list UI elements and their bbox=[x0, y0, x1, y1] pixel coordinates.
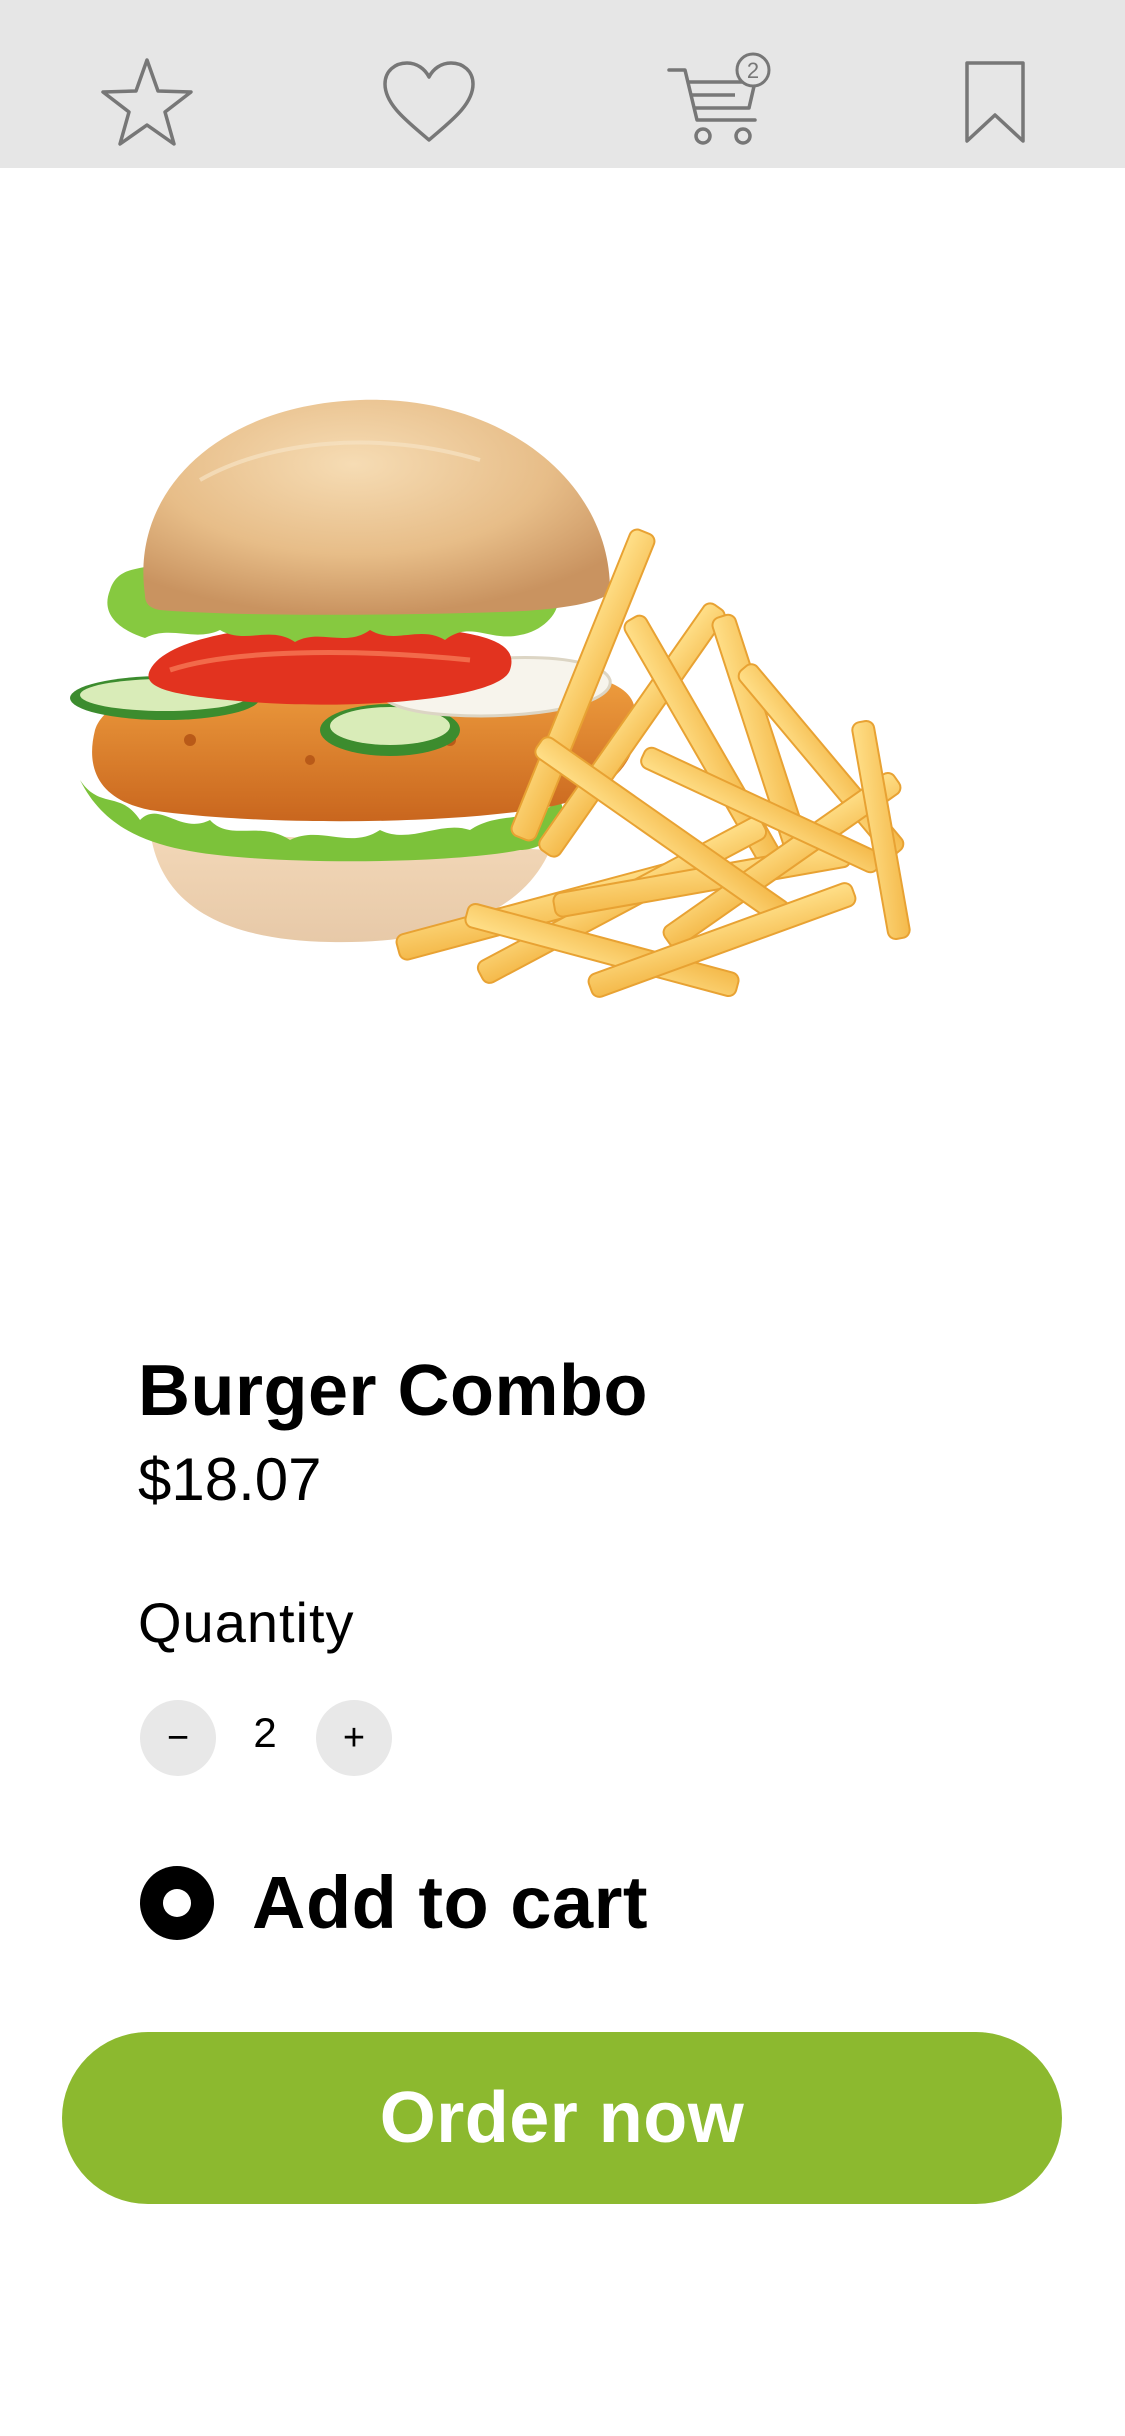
star-icon bbox=[101, 58, 193, 146]
quantity-value: 2 bbox=[253, 1709, 277, 1756]
bookmark-icon bbox=[965, 61, 1025, 143]
product-price: $18.07 bbox=[138, 1446, 322, 1513]
bookmark-button[interactable] bbox=[940, 52, 1050, 152]
quantity-label: Quantity bbox=[138, 1591, 355, 1654]
top-nav-bar: 2 bbox=[0, 0, 1125, 168]
product-title: Burger Combo bbox=[138, 1351, 648, 1431]
heart-icon bbox=[383, 61, 475, 142]
cart-count-badge: 2 bbox=[747, 58, 759, 83]
add-to-cart-radio[interactable] bbox=[140, 1866, 214, 1940]
radio-selected-dot bbox=[163, 1889, 191, 1917]
like-heart-button[interactable] bbox=[374, 52, 484, 152]
cart-icon: 2 bbox=[667, 52, 771, 145]
quantity-increment-button[interactable]: + bbox=[316, 1700, 392, 1776]
burger-and-fries-image bbox=[70, 399, 911, 998]
order-now-button[interactable]: Order now bbox=[62, 2032, 1062, 2204]
product-page: 2 Burger Combo $18.07 Quantity − 2 + Add… bbox=[0, 0, 1125, 2436]
favorite-star-button[interactable] bbox=[92, 52, 202, 152]
cart-button[interactable]: 2 bbox=[660, 52, 780, 152]
add-to-cart-label[interactable]: Add to cart bbox=[252, 1866, 648, 1940]
quantity-decrement-button[interactable]: − bbox=[140, 1700, 216, 1776]
